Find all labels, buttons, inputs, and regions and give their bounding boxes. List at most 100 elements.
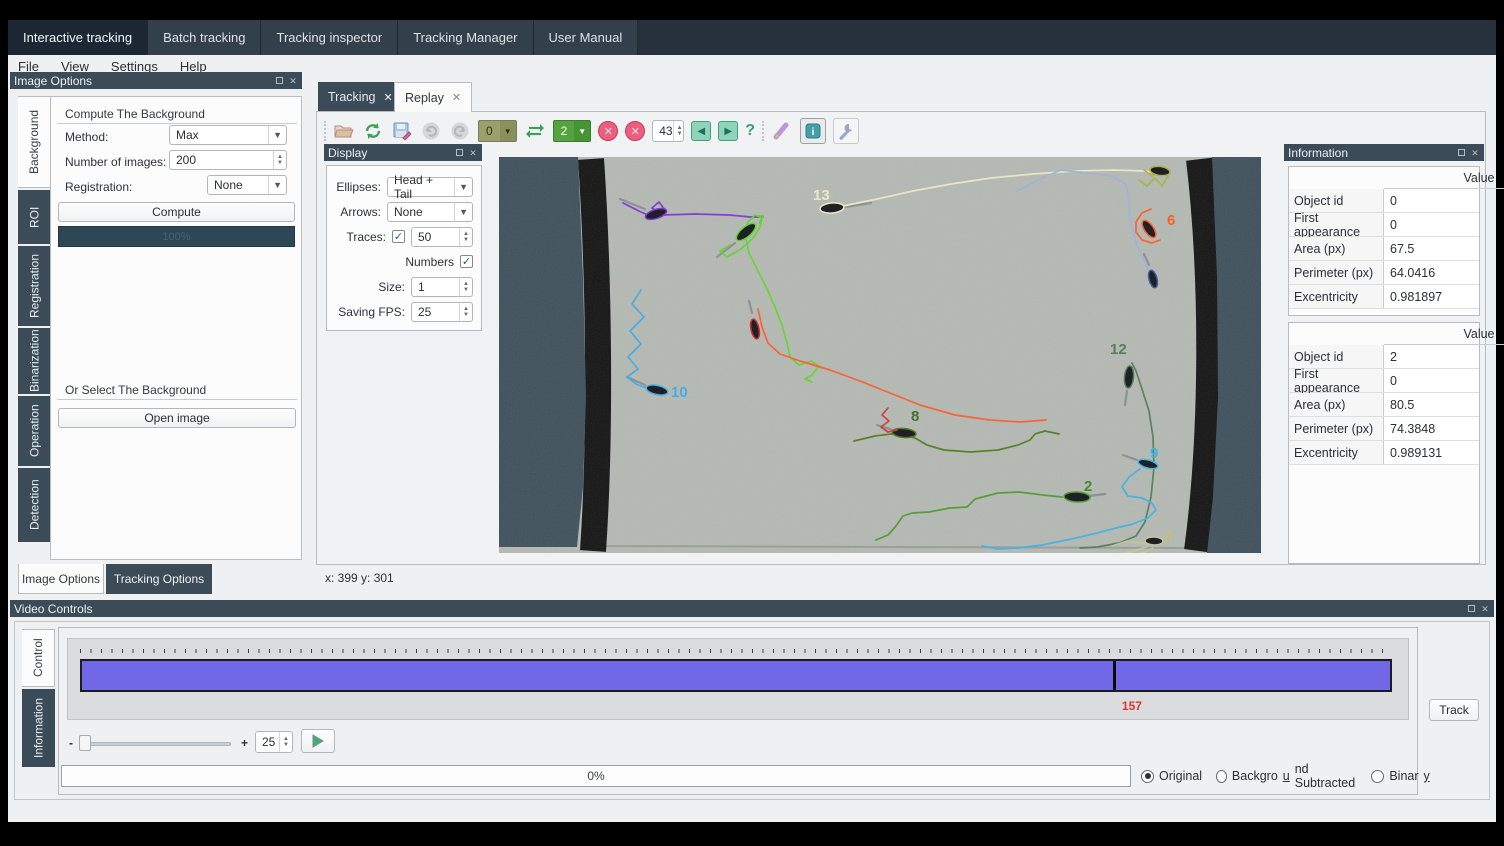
tab-user-manual[interactable]: User Manual <box>534 20 639 55</box>
arrows-combo[interactable]: None ▼ <box>387 202 473 222</box>
object-a-combo[interactable]: 0 ▼ <box>478 120 517 142</box>
info-toggle-button[interactable]: i <box>800 118 826 144</box>
registration-combo[interactable]: None▼ <box>207 175 287 195</box>
table-row[interactable]: First appearance0 <box>1289 369 1479 393</box>
open-image-button[interactable]: Open image <box>58 408 296 428</box>
row-label: Excentricity <box>1289 285 1384 308</box>
row-label: Perimeter (px) <box>1289 417 1384 440</box>
annotate-button[interactable] <box>771 120 793 142</box>
playback-fps-value: 25 <box>262 735 275 749</box>
delete-object-button[interactable]: ✕ <box>598 121 618 141</box>
frame-count-spinner[interactable]: 43▲▼ <box>652 120 684 142</box>
bottomtab-tracking-options[interactable]: Tracking Options <box>106 564 212 594</box>
compute-button[interactable]: Compute <box>58 202 295 222</box>
sidetab-binarization[interactable]: Binarization <box>18 328 51 394</box>
reload-button[interactable] <box>362 120 384 142</box>
tab-batch-tracking[interactable]: Batch tracking <box>148 20 261 55</box>
method-combo[interactable]: Max▼ <box>169 125 287 145</box>
spin-arrows-icon[interactable]: ▲▼ <box>459 228 472 246</box>
value-column-header: Value <box>1384 167 1504 189</box>
sidetab-roi[interactable]: ROI <box>18 190 51 244</box>
float-icon[interactable] <box>1466 604 1476 614</box>
export-button[interactable] <box>391 120 413 142</box>
table-row[interactable]: Area (px)80.5 <box>1289 393 1479 417</box>
tab-interactive-tracking[interactable]: Interactive tracking <box>8 20 148 55</box>
delete-frames-button[interactable]: ✕ <box>625 121 645 141</box>
info-table-1: ValueObject id0First appearance0Area (px… <box>1288 166 1480 316</box>
frame-count-value: 43 <box>659 124 672 138</box>
float-icon[interactable] <box>1456 148 1466 158</box>
table-row[interactable]: Area (px)67.5 <box>1289 237 1479 261</box>
numbers-checkbox[interactable]: ✓ <box>460 255 473 268</box>
close-icon[interactable]: ✕ <box>288 76 298 86</box>
display-title: Display <box>328 146 367 160</box>
bottomtab-image-options[interactable]: Image Options <box>18 564 104 594</box>
play-button[interactable] <box>301 729 335 753</box>
float-icon[interactable] <box>274 76 284 86</box>
traces-spinner[interactable]: 50▲▼ <box>411 227 473 247</box>
speed-slider[interactable] <box>81 742 231 746</box>
table-row[interactable]: Perimeter (px)74.3848 <box>1289 417 1479 441</box>
close-icon[interactable]: ✕ <box>1470 148 1480 158</box>
refresh-icon <box>364 122 382 140</box>
spin-arrows-icon[interactable]: ▲▼ <box>673 121 686 141</box>
next-frame-button[interactable]: ▶ <box>718 121 738 141</box>
tab-tracking-inspector[interactable]: Tracking inspector <box>261 20 398 55</box>
vc-tab-information[interactable]: Information <box>22 689 55 767</box>
table-row[interactable]: Object id2 <box>1289 345 1479 369</box>
sidetab-registration[interactable]: Registration <box>18 246 51 326</box>
traces-checkbox[interactable]: ✓ <box>392 230 405 243</box>
float-icon[interactable] <box>454 148 464 158</box>
spin-arrows-icon[interactable]: ▲▼ <box>459 303 472 321</box>
spin-arrows-icon[interactable]: ▲▼ <box>279 732 292 752</box>
table-row[interactable]: First appearance0 <box>1289 213 1479 237</box>
spin-arrows-icon[interactable]: ▲▼ <box>273 151 286 169</box>
spin-arrows-icon[interactable]: ▲▼ <box>459 278 472 296</box>
radio-background-subtracted[interactable]: Background Subtracted <box>1216 762 1357 790</box>
radio-binary[interactable]: Binary <box>1371 769 1429 783</box>
ellipses-combo[interactable]: Head + Tail▼ <box>387 177 473 197</box>
size-value: 1 <box>418 280 425 294</box>
size-spinner[interactable]: 1 ▲▼ <box>411 277 473 297</box>
display-panel: Ellipses: Head + Tail▼ Arrows: None▼ Tra… <box>326 165 482 331</box>
radio-original[interactable]: Original <box>1141 769 1202 783</box>
close-icon[interactable]: ✕ <box>1480 604 1490 614</box>
timeline-area[interactable]: 157 <box>67 638 1409 720</box>
vc-tab-control[interactable]: Control <box>22 629 55 687</box>
close-icon[interactable]: ✕ <box>468 148 478 158</box>
swap-button[interactable] <box>524 120 546 142</box>
table-row[interactable]: Excentricity0.989131 <box>1289 441 1479 465</box>
doctab-replay[interactable]: Replay✕ <box>394 82 472 112</box>
toolbar-handle[interactable] <box>324 121 326 141</box>
track-button[interactable]: Track <box>1429 699 1479 721</box>
sidetab-detection[interactable]: Detection <box>18 468 51 542</box>
table-row[interactable]: Object id0 <box>1289 189 1479 213</box>
table-row[interactable]: Perimeter (px)64.0416 <box>1289 261 1479 285</box>
tab-tracking-manager[interactable]: Tracking Manager <box>398 20 533 55</box>
previous-frame-button[interactable]: ◀ <box>691 121 711 141</box>
table-row[interactable]: Excentricity0.981897 <box>1289 285 1479 309</box>
object-b-combo[interactable]: 2 ▼ <box>553 120 592 142</box>
playback-fps-spinner[interactable]: 25 ▲▼ <box>255 731 293 753</box>
doctab-tracking[interactable]: Tracking✕ <box>318 82 403 112</box>
arrows-value: None <box>394 205 423 219</box>
sidetab-background[interactable]: Background <box>18 96 51 188</box>
close-icon[interactable]: ✕ <box>383 91 392 104</box>
close-icon[interactable]: ✕ <box>452 91 461 104</box>
sidetab-operation[interactable]: Operation <box>18 396 51 466</box>
chevron-down-icon: ▼ <box>454 178 472 196</box>
timeline-marker[interactable] <box>1113 661 1116 690</box>
num-images-spinner[interactable]: 200▲▼ <box>169 150 287 170</box>
timeline-bar[interactable] <box>80 659 1392 692</box>
row-value: 0 <box>1384 189 1479 212</box>
row-value: 0.981897 <box>1384 285 1479 308</box>
chevron-down-icon: ▼ <box>454 203 472 221</box>
video-frame-view[interactable]: 713612108290 <box>499 157 1261 553</box>
svg-text:i: i <box>812 127 815 138</box>
help-icon[interactable]: ? <box>745 122 755 140</box>
settings-button[interactable] <box>833 118 859 144</box>
open-folder-button[interactable] <box>333 120 355 142</box>
speed-slider-handle[interactable] <box>79 735 91 751</box>
info-icon: i <box>805 123 821 139</box>
saving-fps-spinner[interactable]: 25▲▼ <box>411 302 473 322</box>
